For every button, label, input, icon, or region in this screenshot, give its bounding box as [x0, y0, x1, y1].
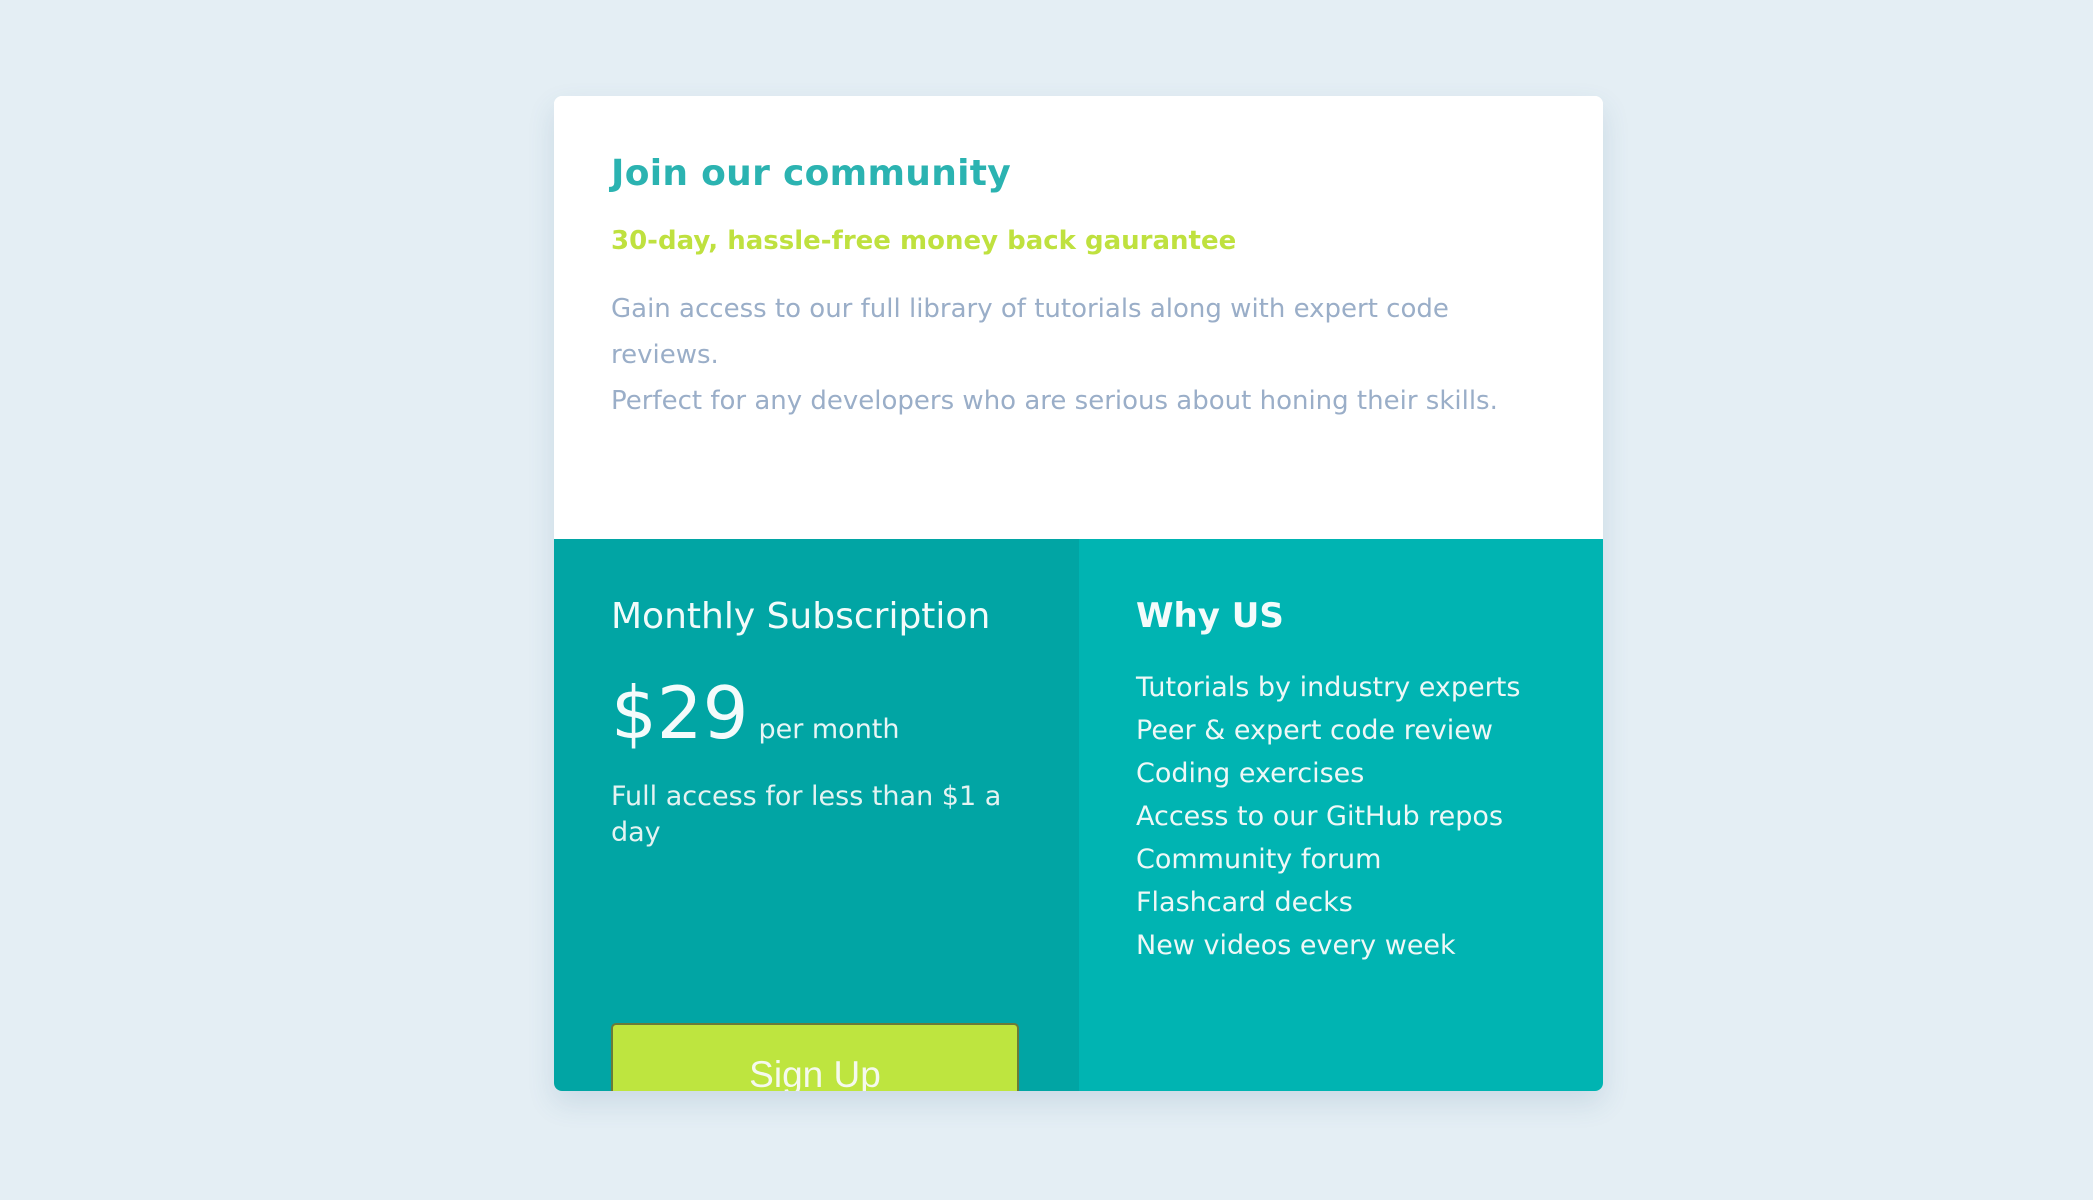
why-us-title: Why US	[1136, 596, 1284, 636]
list-item: Access to our GitHub repos	[1136, 801, 1504, 832]
list-item: Flashcard decks	[1136, 887, 1353, 918]
list-item: Peer & expert code review	[1136, 715, 1493, 746]
description-line-1: Gain access to our full library of tutor…	[611, 294, 1449, 370]
card-subtitle: 30-day, hassle-free money back gaurantee	[611, 226, 1237, 256]
list-item: Coding exercises	[1136, 758, 1365, 789]
list-item: Community forum	[1136, 844, 1382, 875]
subscription-note: Full access for less than $1 a day	[611, 781, 1002, 848]
list-item: Tutorials by industry experts	[1136, 672, 1521, 703]
sign-up-button[interactable]: Sign Up	[611, 1023, 1019, 1091]
list-item: New videos every week	[1136, 930, 1456, 961]
price-period: per month	[758, 714, 900, 745]
why-us-list: Tutorials by industry experts Peer & exp…	[1136, 666, 1520, 967]
card-title: Join our community	[611, 153, 1012, 194]
description-line-2: Perfect for any developers who are serio…	[611, 386, 1498, 416]
pricing-card: Join our community 30-day, hassle-free m…	[554, 96, 1603, 1091]
price-row: $29 per month	[611, 671, 900, 755]
subscription-panel: Monthly Subscription $29 per month Full …	[554, 539, 1079, 1091]
card-header: Join our community 30-day, hassle-free m…	[554, 96, 1603, 539]
card-description: Gain access to our full library of tutor…	[611, 286, 1551, 424]
price-value: $29	[611, 671, 749, 755]
why-us-panel: Why US Tutorials by industry experts Pee…	[1079, 539, 1603, 1091]
subscription-title: Monthly Subscription	[611, 596, 991, 637]
